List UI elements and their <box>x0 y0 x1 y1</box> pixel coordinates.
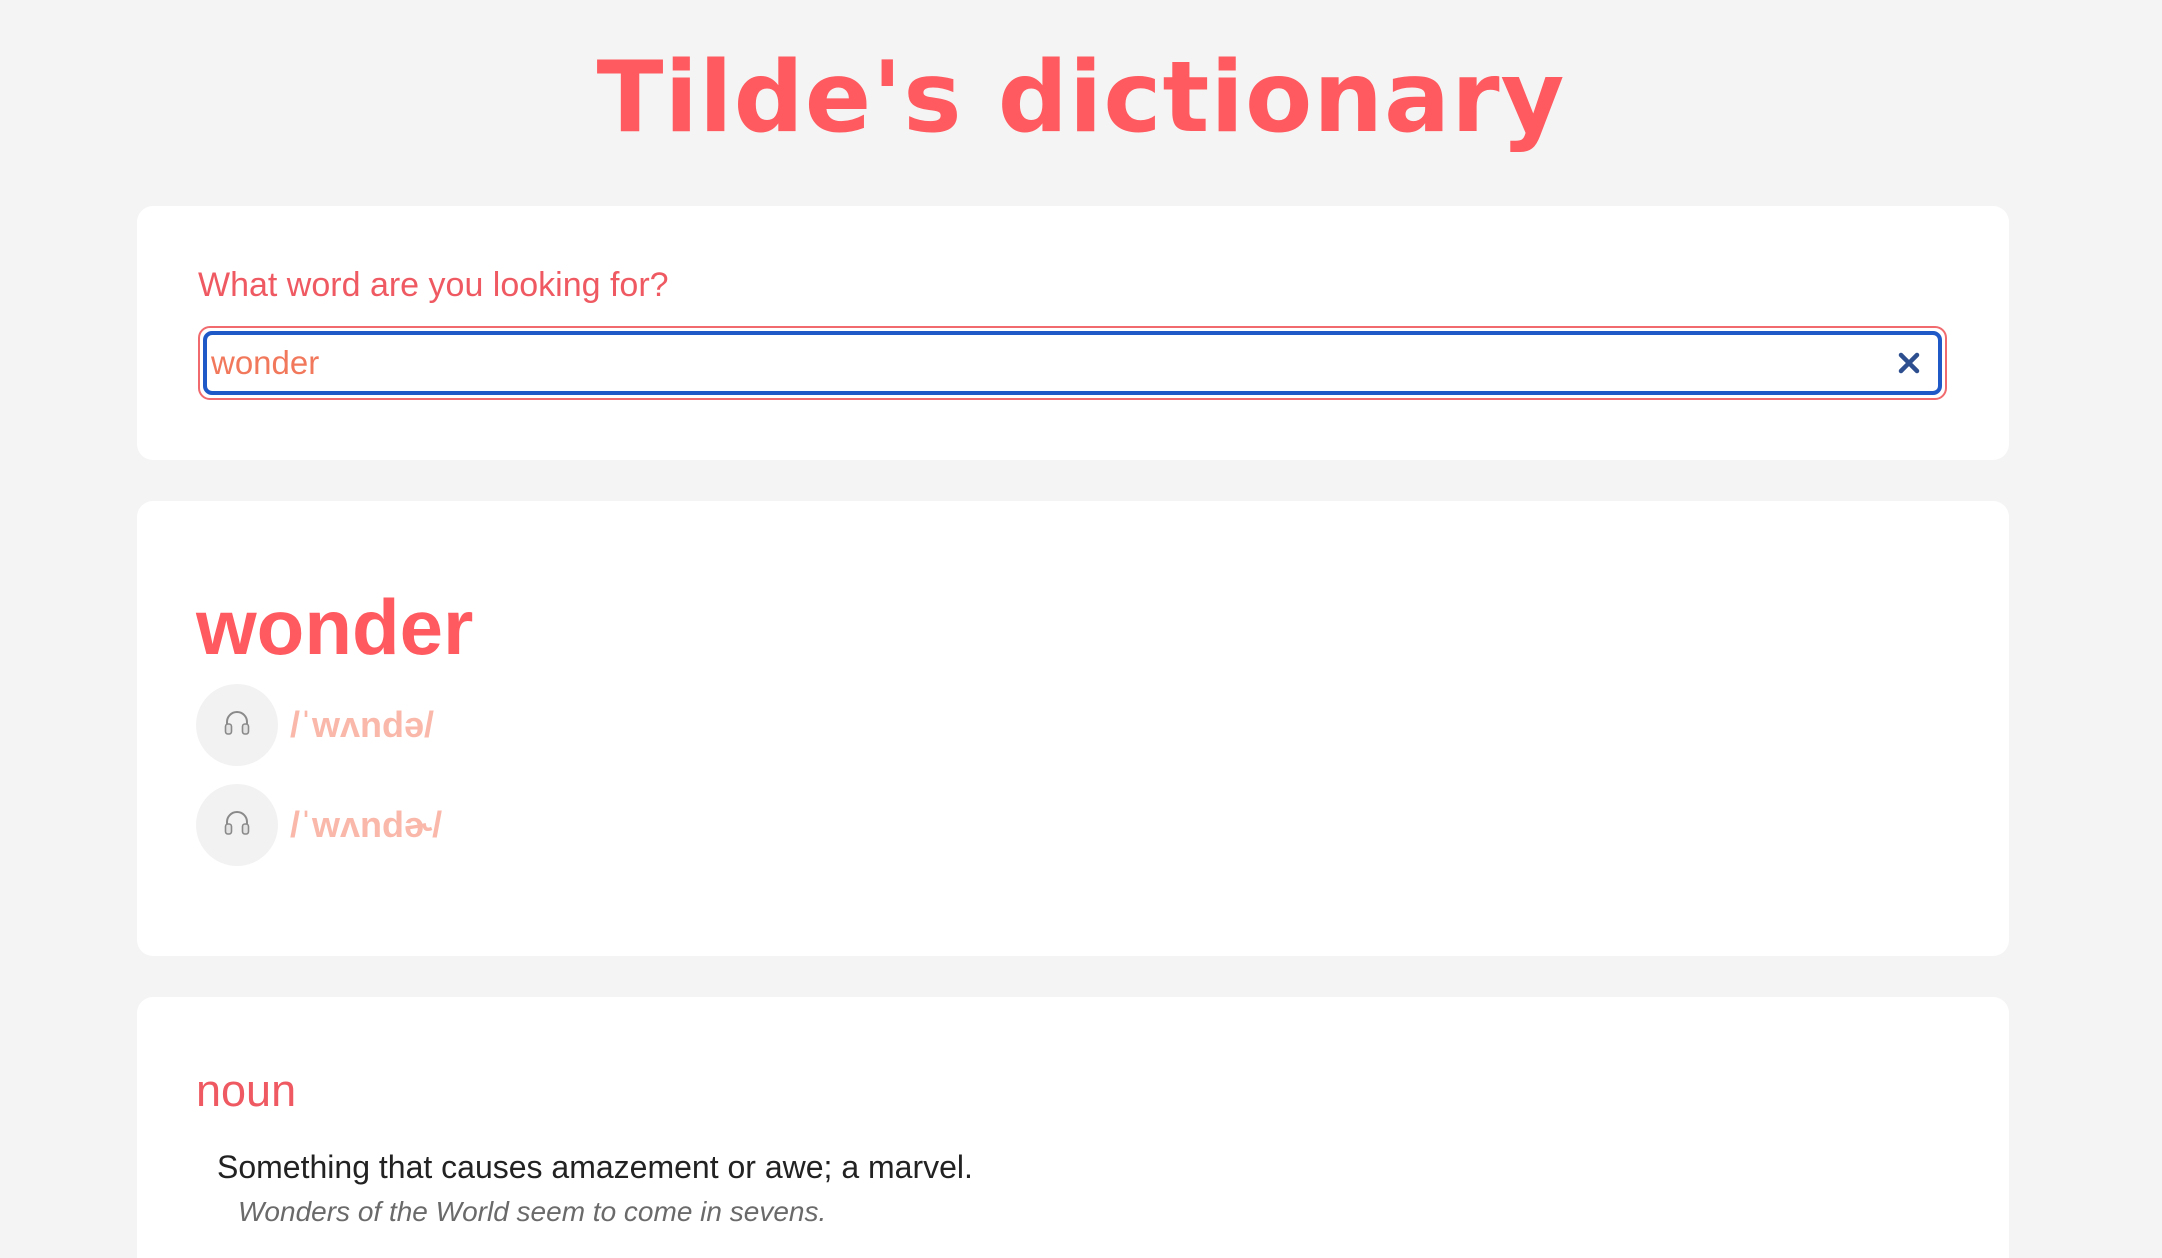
play-audio-button[interactable] <box>196 684 278 766</box>
dictionary-app: Tilde's dictionary What word are you loo… <box>0 0 2162 1258</box>
meaning-card: noun Something that causes amazement or … <box>137 997 2009 1258</box>
phonetic-row: /ˈwʌndɚ/ <box>196 784 442 866</box>
phonetic-text: /ˈwʌndɚ/ <box>290 804 443 845</box>
page-title: Tilde's dictionary <box>596 41 1566 155</box>
headword: wonder <box>196 583 474 671</box>
part-of-speech: noun <box>196 1065 297 1116</box>
search-label: What word are you looking for? <box>198 266 669 304</box>
word-card: wonder /ˈwʌndə/ /ˈwʌndɚ/ <box>137 501 2009 956</box>
search-box <box>198 326 1947 400</box>
headphones-icon <box>221 707 253 743</box>
close-icon[interactable] <box>1892 346 1926 380</box>
definition-text: Something that causes amazement or awe; … <box>217 1149 973 1185</box>
search-card: What word are you looking for? <box>137 206 2009 460</box>
phonetic-row: /ˈwʌndə/ <box>196 684 434 766</box>
play-audio-button[interactable] <box>196 784 278 866</box>
phonetic-text: /ˈwʌndə/ <box>290 704 435 745</box>
example-text: Wonders of the World seem to come in sev… <box>238 1196 827 1227</box>
search-input[interactable] <box>211 335 1871 391</box>
headphones-icon <box>221 807 253 843</box>
search-focus-ring <box>203 331 1942 395</box>
